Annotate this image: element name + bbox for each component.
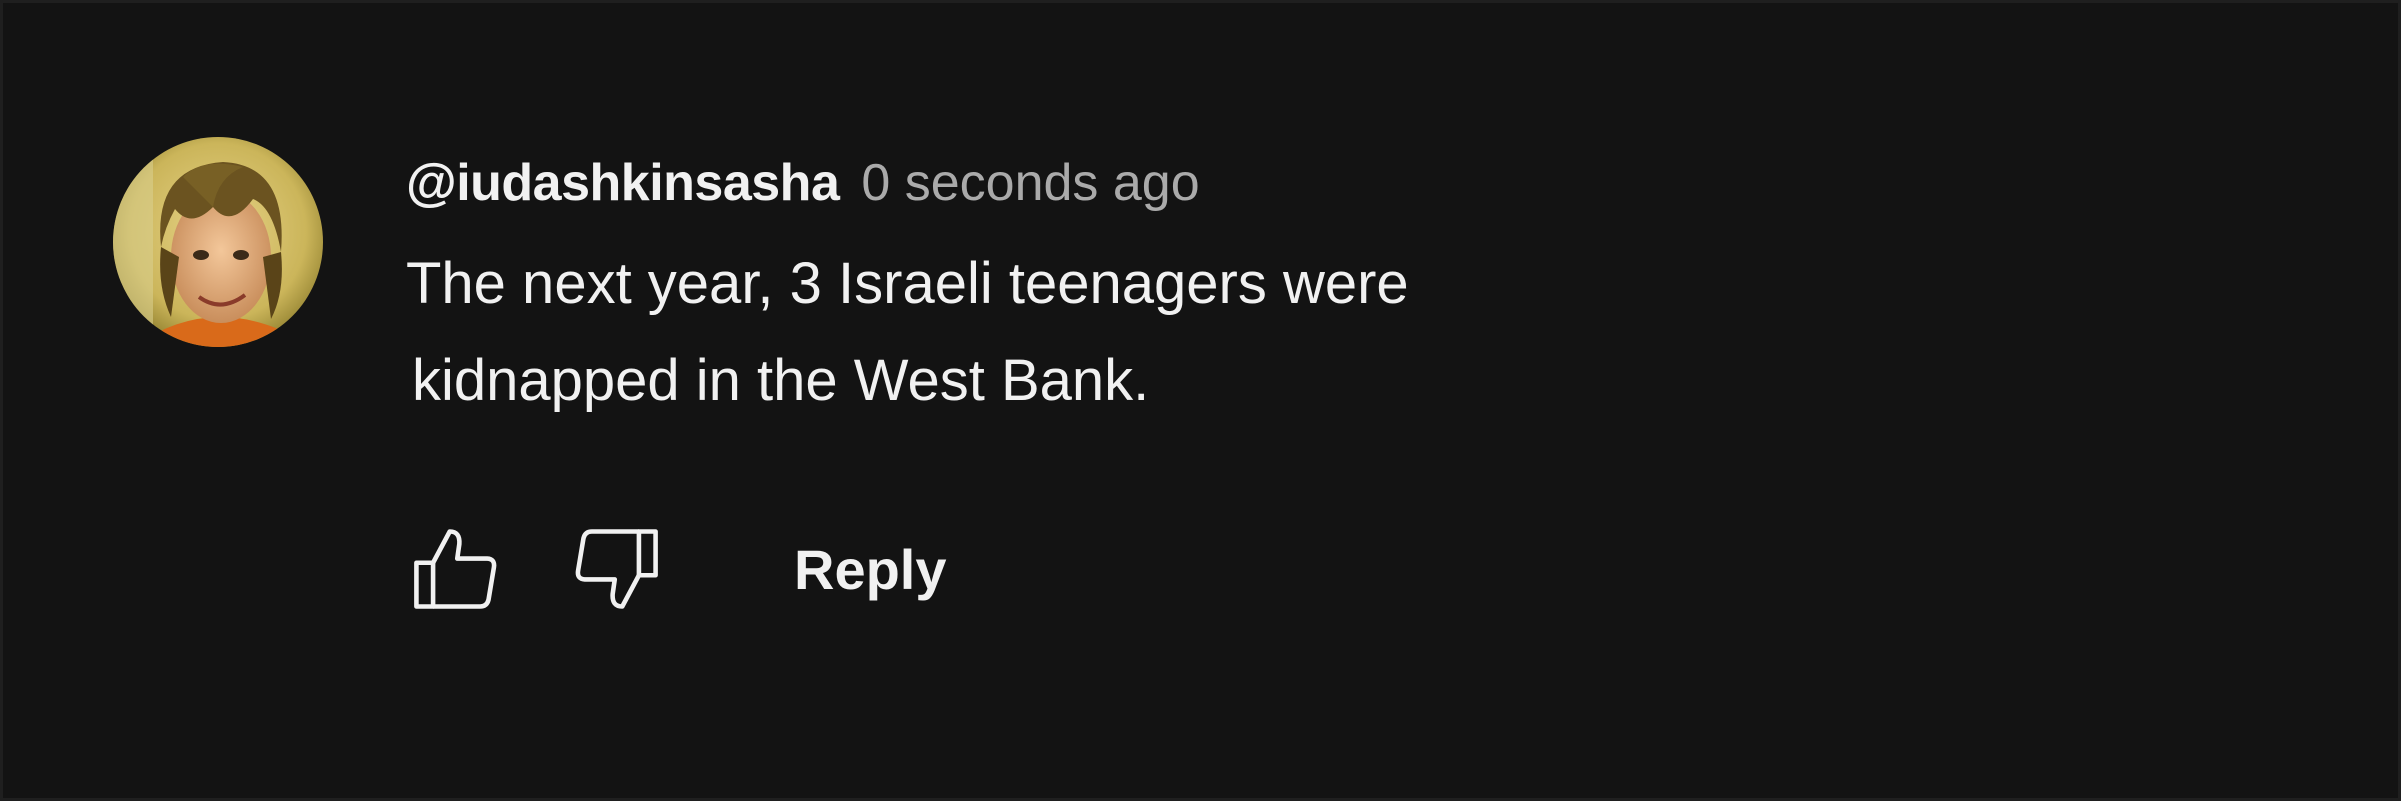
comment-header: @iudashkinsasha 0 seconds ago bbox=[406, 153, 1706, 213]
avatar-image bbox=[113, 137, 323, 347]
thumbs-up-icon bbox=[414, 529, 497, 609]
reply-button[interactable]: Reply bbox=[794, 527, 947, 612]
comment-text: The next year, 3 Israeli teenagers were … bbox=[406, 235, 1706, 429]
comment-card: @iudashkinsasha 0 seconds ago The next y… bbox=[0, 0, 2401, 801]
avatar[interactable] bbox=[113, 137, 323, 347]
dislike-button[interactable] bbox=[566, 519, 666, 619]
like-button[interactable] bbox=[406, 519, 506, 619]
comment-text-line: The next year, 3 Israeli teenagers were bbox=[406, 251, 1409, 316]
comment-body: @iudashkinsasha 0 seconds ago The next y… bbox=[406, 153, 1706, 429]
comment-text-line: kidnapped in the West Bank. bbox=[412, 348, 1150, 413]
thumbs-down-icon bbox=[575, 529, 658, 609]
comment-timestamp[interactable]: 0 seconds ago bbox=[861, 153, 1199, 213]
author-name[interactable]: @iudashkinsasha bbox=[406, 153, 840, 213]
comment-actions: Reply bbox=[406, 519, 947, 619]
